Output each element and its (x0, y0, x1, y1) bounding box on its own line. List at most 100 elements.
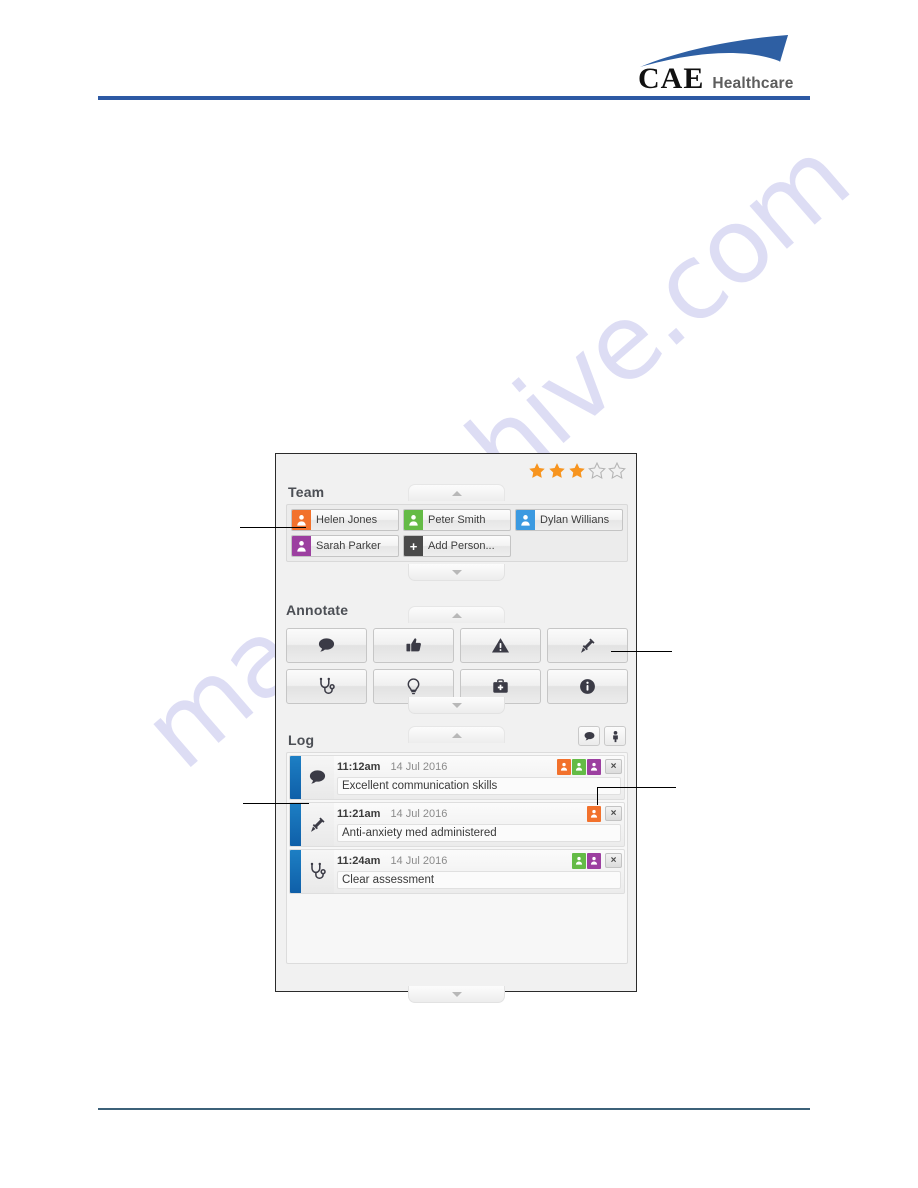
delete-entry-button[interactable]: × (605, 759, 622, 774)
speech-bubble-icon (584, 731, 594, 740)
chevron-down-icon (451, 569, 462, 575)
warning-triangle-icon (491, 638, 510, 653)
team-collapse-tab[interactable] (408, 484, 505, 501)
team-member-name: Helen Jones (316, 514, 378, 526)
team-member-name: Peter Smith (428, 514, 486, 526)
performance-rating[interactable] (528, 462, 626, 480)
team-members-card: Helen Jones Peter Smith Dylan Willians S… (286, 504, 628, 562)
annotate-warning-button[interactable] (460, 628, 541, 663)
chevron-up-icon (451, 732, 462, 738)
entry-date: 14 Jul 2016 (390, 854, 448, 867)
entry-person-tags: × (572, 852, 622, 869)
entry-text[interactable]: Excellent communication skills (337, 777, 621, 795)
chevron-up-icon (451, 490, 462, 496)
callout-leader-log-horizontal (243, 803, 309, 804)
lightbulb-icon (407, 678, 420, 695)
team-member-name: Sarah Parker (316, 540, 381, 552)
log-filter-people-button[interactable] (604, 726, 626, 746)
log-entries-list[interactable]: 11:12am 14 Jul 2016 × Excellent communic… (286, 752, 628, 964)
annotate-expand-tab[interactable] (408, 697, 505, 714)
person-icon[interactable] (587, 852, 601, 869)
entry-type-icon-cell (301, 803, 334, 846)
entry-type-icon-cell (301, 756, 334, 799)
person-icon[interactable] (557, 758, 571, 775)
entry-person-tags: × (587, 805, 622, 822)
log-section: Log 11:12am 14 Jul 2016 × Excellent comm… (286, 726, 628, 1003)
delete-entry-button[interactable]: × (605, 806, 622, 821)
callout-leader-team-horizontal (240, 527, 306, 528)
person-icon[interactable] (587, 758, 601, 775)
log-filter-annotations-button[interactable] (578, 726, 600, 746)
callout-leader-entry-horizontal (597, 787, 676, 788)
entry-color-bar (290, 803, 301, 846)
log-entry-row[interactable]: 11:24am 14 Jul 2016 × Clear assessment (289, 849, 625, 894)
add-person-label: Add Person... (428, 540, 495, 552)
log-expand-tab[interactable] (408, 986, 505, 1003)
chevron-down-icon (451, 991, 462, 997)
syringe-icon (581, 638, 595, 653)
entry-type-icon-cell (301, 850, 334, 893)
star-filled-icon[interactable] (528, 462, 546, 480)
entry-time: 11:12am (337, 760, 381, 773)
cae-healthcare-logo: CAE Healthcare (630, 34, 810, 95)
stethoscope-icon (310, 862, 326, 880)
log-filter-buttons (578, 726, 626, 746)
annotate-positive-button[interactable] (373, 628, 454, 663)
log-collapse-tab[interactable] (408, 726, 505, 743)
entry-date: 14 Jul 2016 (390, 807, 448, 820)
logo-text: CAE Healthcare (638, 62, 794, 96)
entry-person-tags: × (557, 758, 622, 775)
stethoscope-icon (319, 677, 335, 695)
logo-cae-text: CAE (638, 62, 705, 95)
header-divider (98, 96, 810, 100)
star-empty-icon[interactable] (588, 462, 606, 480)
annotate-collapse-tab[interactable] (408, 606, 505, 623)
medical-kit-icon (493, 679, 508, 693)
footer-divider (98, 1108, 810, 1110)
callout-leader-annotate-horizontal (611, 651, 672, 652)
team-member-name: Dylan Willians (540, 514, 610, 526)
team-member-chip[interactable]: Peter Smith (403, 509, 511, 531)
person-icon (404, 510, 423, 530)
entry-time: 11:24am (337, 854, 381, 867)
plus-icon: + (404, 536, 423, 556)
entry-text[interactable]: Clear assessment (337, 871, 621, 889)
callout-leader-entry-vertical (597, 787, 598, 805)
log-entry-row[interactable]: 11:12am 14 Jul 2016 × Excellent communic… (289, 755, 625, 800)
speech-bubble-icon (309, 770, 326, 784)
speech-bubble-icon (318, 638, 335, 652)
chevron-down-icon (451, 702, 462, 708)
annotate-buttons-grid (286, 628, 628, 704)
annotate-assessment-button[interactable] (286, 669, 367, 704)
team-member-chip[interactable]: Sarah Parker (291, 535, 399, 557)
delete-entry-button[interactable]: × (605, 853, 622, 868)
star-filled-icon[interactable] (548, 462, 566, 480)
info-icon (580, 679, 595, 694)
annotate-comment-button[interactable] (286, 628, 367, 663)
team-section-title: Team (288, 484, 325, 500)
team-member-chip[interactable]: Dylan Willians (515, 509, 623, 531)
annotate-medication-button[interactable] (547, 628, 628, 663)
instructor-tablet-panel: Team Helen Jones Peter Smith Dylan Willi… (275, 453, 637, 1003)
entry-text[interactable]: Anti-anxiety med administered (337, 824, 621, 842)
add-person-button[interactable]: + Add Person... (403, 535, 511, 557)
log-section-title: Log (288, 732, 315, 748)
team-section: Team Helen Jones Peter Smith Dylan Willi… (286, 462, 628, 581)
page-header: CAE Healthcare (0, 0, 918, 110)
entry-color-bar (290, 756, 301, 799)
thumbs-up-icon (406, 638, 421, 652)
logo-healthcare-text: Healthcare (712, 75, 794, 92)
person-icon (612, 730, 618, 742)
log-entry-row[interactable]: 11:21am 14 Jul 2016 × Anti-anxiety med a… (289, 802, 625, 847)
person-icon[interactable] (587, 805, 601, 822)
syringe-icon (311, 817, 325, 832)
star-filled-icon[interactable] (568, 462, 586, 480)
chevron-up-icon (451, 612, 462, 618)
team-expand-tab[interactable] (408, 564, 505, 581)
person-icon[interactable] (572, 852, 586, 869)
person-icon[interactable] (572, 758, 586, 775)
annotate-information-button[interactable] (547, 669, 628, 704)
star-empty-icon[interactable] (608, 462, 626, 480)
entry-date: 14 Jul 2016 (390, 760, 448, 773)
team-member-chip[interactable]: Helen Jones (291, 509, 399, 531)
